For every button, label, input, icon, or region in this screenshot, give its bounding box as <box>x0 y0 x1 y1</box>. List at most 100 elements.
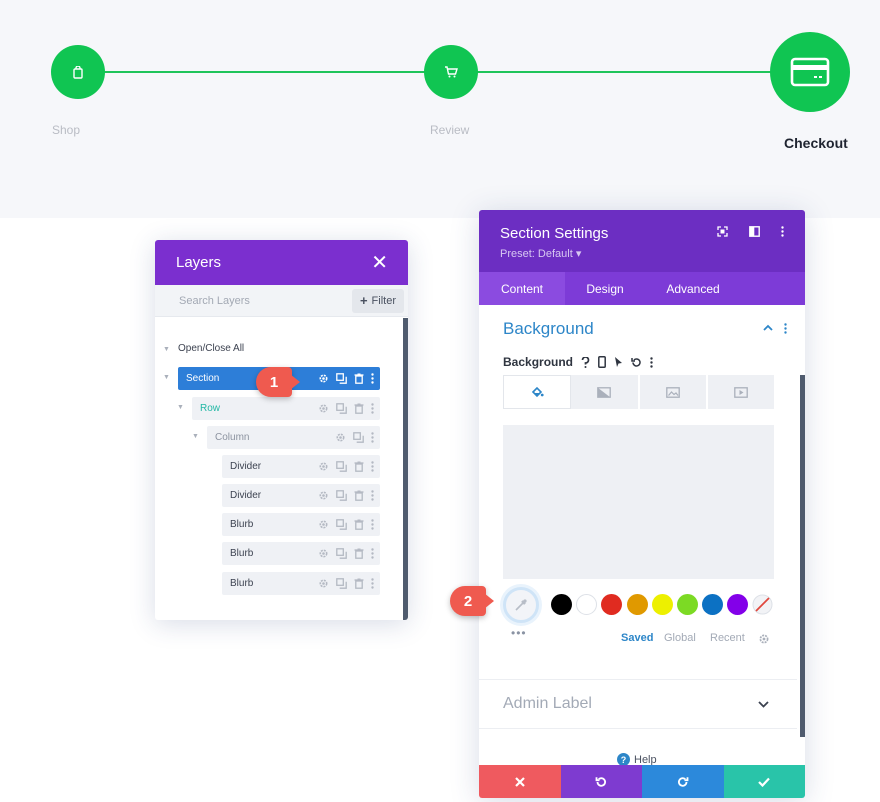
background-image-tab[interactable] <box>640 375 708 409</box>
layer-row[interactable]: Row <box>192 397 380 420</box>
layer-label: Divider <box>230 490 262 501</box>
gear-icon[interactable] <box>318 519 329 530</box>
step-review[interactable] <box>424 45 478 99</box>
color-swatch-blue[interactable] <box>702 594 723 615</box>
color-swatch-purple[interactable] <box>727 594 748 615</box>
layer-label: Divider <box>230 461 262 472</box>
layer-module[interactable]: Divider <box>222 484 380 507</box>
color-swatch-red[interactable] <box>601 594 622 615</box>
close-icon[interactable]: ✕ <box>371 253 388 273</box>
open-close-all[interactable]: Open/Close All <box>178 343 244 354</box>
redo-button[interactable] <box>642 765 724 798</box>
more-icon[interactable] <box>371 548 374 559</box>
layer-module[interactable]: Blurb <box>222 513 380 536</box>
layers-scrollbar[interactable] <box>403 318 408 620</box>
trash-icon[interactable] <box>354 403 364 414</box>
color-picker-button[interactable] <box>503 587 539 623</box>
tab-advanced[interactable]: Advanced <box>645 272 741 305</box>
palette-tab-saved[interactable]: Saved <box>621 632 653 644</box>
layer-label: Column <box>215 432 250 443</box>
admin-label-toggle[interactable]: Admin Label <box>479 679 797 729</box>
duplicate-icon[interactable] <box>336 578 347 589</box>
duplicate-icon[interactable] <box>336 490 347 501</box>
background-color-tab[interactable] <box>503 375 572 409</box>
tab-design[interactable]: Design <box>565 272 645 305</box>
more-icon[interactable] <box>781 226 784 237</box>
palette-tab-global[interactable]: Global <box>664 632 696 644</box>
trash-icon[interactable] <box>354 490 364 501</box>
more-icon[interactable] <box>784 323 787 334</box>
more-swatches-icon[interactable]: ••• <box>511 626 527 640</box>
trash-icon[interactable] <box>354 578 364 589</box>
checkout-progress: Shop Review Checkout <box>0 0 880 218</box>
step-shop[interactable] <box>51 45 105 99</box>
layer-module[interactable]: Blurb <box>222 542 380 565</box>
split-view-icon[interactable] <box>749 226 760 237</box>
more-icon[interactable] <box>650 356 653 368</box>
background-video-tab[interactable] <box>708 375 774 409</box>
settings-scrollbar[interactable] <box>800 375 805 737</box>
cursor-hover-icon[interactable] <box>614 356 623 368</box>
color-swatch-orange[interactable] <box>627 594 648 615</box>
more-icon[interactable] <box>371 519 374 530</box>
color-swatch-yellow[interactable] <box>652 594 673 615</box>
gear-icon[interactable] <box>758 633 770 645</box>
gear-icon[interactable] <box>318 578 329 589</box>
help-icon[interactable] <box>581 356 590 368</box>
layer-column[interactable]: Column <box>207 426 380 449</box>
clear-color-icon[interactable] <box>752 594 773 615</box>
duplicate-icon[interactable] <box>336 373 347 384</box>
gear-icon[interactable] <box>318 403 329 414</box>
reset-icon[interactable] <box>631 357 642 368</box>
background-color-preview[interactable] <box>503 425 774 579</box>
caret-down-icon: ▼ <box>163 374 170 381</box>
chevron-up-icon[interactable] <box>763 324 773 331</box>
palette-tab-recent[interactable]: Recent <box>710 632 745 644</box>
background-option-row: Background <box>503 355 653 369</box>
mobile-icon[interactable] <box>598 356 606 368</box>
trash-icon[interactable] <box>354 461 364 472</box>
trash-icon[interactable] <box>354 548 364 559</box>
color-swatch-white[interactable] <box>576 594 597 615</box>
discard-button[interactable] <box>479 765 561 798</box>
gear-icon[interactable] <box>318 548 329 559</box>
close-icon <box>514 776 525 787</box>
layer-actions <box>318 484 374 507</box>
settings-tabs: Content Design Advanced <box>479 272 805 305</box>
more-icon[interactable] <box>371 403 374 414</box>
redo-icon <box>677 776 689 787</box>
color-swatch-green[interactable] <box>677 594 698 615</box>
trash-icon[interactable] <box>354 519 364 530</box>
focus-icon[interactable] <box>717 226 728 237</box>
filter-button[interactable]: + Filter <box>351 288 404 313</box>
layer-module[interactable]: Divider <box>222 455 380 478</box>
search-layers-input[interactable] <box>179 294 329 307</box>
gear-icon[interactable] <box>318 373 329 384</box>
layer-label: Blurb <box>230 519 254 530</box>
save-button[interactable] <box>723 765 805 798</box>
background-gradient-tab[interactable] <box>571 375 640 409</box>
gear-icon[interactable] <box>335 432 346 443</box>
background-section-title[interactable]: Background <box>503 319 594 339</box>
gear-icon[interactable] <box>318 490 329 501</box>
undo-button[interactable] <box>560 765 642 798</box>
trash-icon[interactable] <box>354 373 364 384</box>
layer-module[interactable]: Blurb <box>222 572 380 595</box>
more-icon[interactable] <box>371 578 374 589</box>
duplicate-icon[interactable] <box>336 403 347 414</box>
tab-content[interactable]: Content <box>479 272 565 305</box>
duplicate-icon[interactable] <box>336 519 347 530</box>
color-swatch-black[interactable] <box>551 594 572 615</box>
gear-icon[interactable] <box>318 461 329 472</box>
layer-actions <box>318 397 374 420</box>
preset-selector[interactable]: Preset: Default ▾ <box>500 247 581 260</box>
progress-line <box>476 71 772 73</box>
duplicate-icon[interactable] <box>336 461 347 472</box>
more-icon[interactable] <box>371 490 374 501</box>
more-icon[interactable] <box>371 373 374 384</box>
duplicate-icon[interactable] <box>353 432 364 443</box>
duplicate-icon[interactable] <box>336 548 347 559</box>
more-icon[interactable] <box>371 461 374 472</box>
more-icon[interactable] <box>371 432 374 443</box>
step-checkout[interactable] <box>770 32 850 112</box>
